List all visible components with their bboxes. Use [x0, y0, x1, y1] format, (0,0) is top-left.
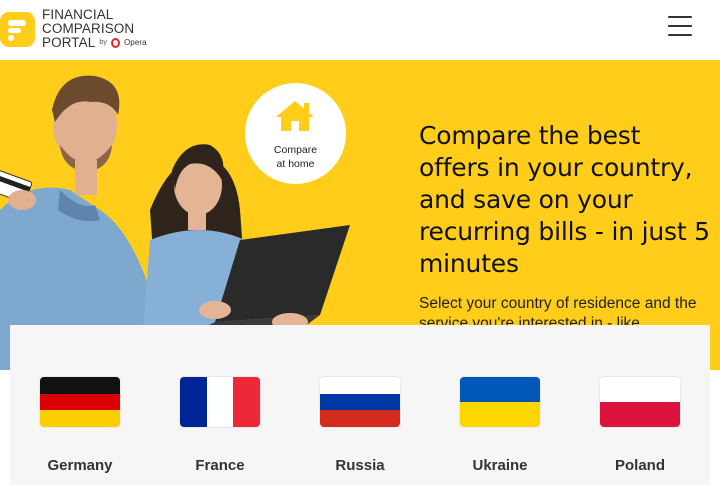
compare-at-home-badge[interactable]: Compare at home	[245, 83, 346, 184]
country-card-france[interactable]: France	[150, 325, 290, 485]
logo-line2: PORTAL	[42, 35, 96, 50]
country-card-russia[interactable]: Russia	[290, 325, 430, 485]
germany-flag-icon	[40, 377, 120, 427]
country-name: Russia	[335, 457, 385, 474]
home-icon	[276, 101, 314, 131]
country-name: France	[195, 457, 245, 474]
logo-by: by	[99, 39, 107, 46]
ukraine-flag-icon	[460, 377, 540, 427]
logo-text: FINANCIAL COMPARISON PORTAL by Opera	[42, 8, 200, 50]
opera-logo-icon	[110, 38, 120, 48]
badge-label-line1: Compare	[273, 144, 318, 156]
country-card-ukraine[interactable]: Ukraine	[430, 325, 570, 485]
country-selector: Germany France Russia Ukraine Poland	[10, 325, 710, 485]
france-flag-icon	[180, 377, 260, 427]
country-name: Poland	[614, 457, 665, 474]
hamburger-menu-icon[interactable]	[668, 13, 692, 39]
site-header: FINANCIAL COMPARISON PORTAL by Opera	[0, 0, 720, 61]
country-card-germany[interactable]: Germany	[10, 325, 150, 485]
country-name: Ukraine	[472, 457, 528, 474]
logo-opera: Opera	[123, 38, 147, 47]
hero-section: Compare at home Compare the best offers …	[0, 60, 720, 370]
hero-headline: Compare the best offers in your country,…	[419, 121, 710, 278]
logo-mark-icon	[0, 11, 35, 47]
country-card-poland[interactable]: Poland	[570, 325, 710, 485]
russia-flag-icon	[320, 377, 400, 427]
portal-logo[interactable]: FINANCIAL COMPARISON PORTAL by Opera	[0, 8, 200, 50]
country-name: Germany	[47, 457, 113, 474]
logo-line1: FINANCIAL COMPARISON	[42, 7, 135, 36]
badge-label-line2: at home	[276, 158, 315, 170]
poland-flag-icon	[600, 377, 680, 427]
